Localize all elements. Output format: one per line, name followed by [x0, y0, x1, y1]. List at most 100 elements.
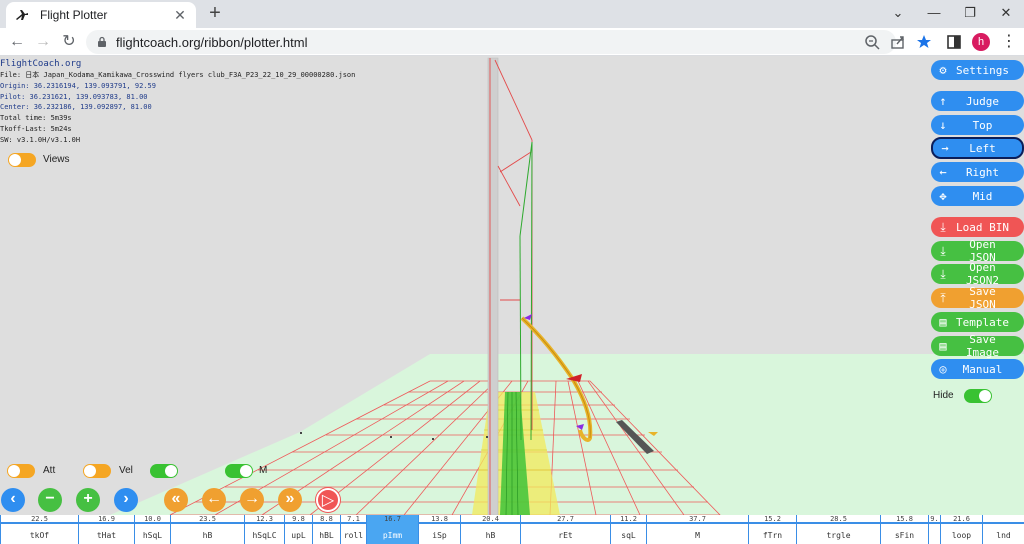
template-button[interactable]: ▤ Template: [931, 312, 1024, 332]
mid-view-button[interactable]: ✥ Mid: [931, 186, 1024, 206]
timeline-segment[interactable]: 22.5 tkOf: [0, 515, 78, 544]
maximize-button[interactable]: ❐: [952, 0, 988, 28]
segment-name: trgle: [826, 531, 851, 540]
address-bar[interactable]: flightcoach.org/ribbon/plotter.html: [86, 30, 896, 54]
settings-button[interactable]: ⚙ Settings: [931, 60, 1024, 80]
fastforward-button[interactable]: »: [278, 488, 302, 512]
segment-duration: 27.7: [557, 515, 574, 523]
timeline-segment[interactable]: 21.6 loop: [940, 515, 982, 544]
share-icon[interactable]: [888, 32, 908, 52]
manual-button[interactable]: ◎ Manual: [931, 359, 1024, 379]
save-json-button[interactable]: ⤒ Save JSON: [931, 285, 1024, 311]
timeline-segment[interactable]: 16.9 tHat: [78, 515, 134, 544]
timeline-segment[interactable]: lnd: [982, 515, 1024, 544]
views-label: Views: [43, 154, 70, 165]
segment-duration: 37.7: [689, 515, 706, 523]
segment-name: hSqL: [142, 531, 163, 540]
segment-duration: 28.5: [830, 515, 847, 523]
timeline-segment[interactable]: 8.8 hBL: [312, 515, 340, 544]
toggle-3[interactable]: [150, 464, 178, 478]
plus-button[interactable]: +: [76, 488, 100, 512]
att-toggle[interactable]: [7, 464, 35, 478]
close-window-button[interactable]: ✕: [988, 0, 1024, 28]
back-button[interactable]: ←: [6, 31, 28, 53]
segment-name: fTrn: [762, 531, 783, 540]
origin-coords: Origin: 36.2316194, 139.093791, 92.59: [0, 81, 156, 90]
m-toggle[interactable]: [225, 464, 253, 478]
timeline-segment[interactable]: 37.7 M: [646, 515, 748, 544]
segment-duration: 20.4: [482, 515, 499, 523]
timeline-segment[interactable]: 11.2 sqL: [610, 515, 646, 544]
segment-duration: 7.1: [347, 515, 360, 523]
segment-duration: 15.8: [896, 515, 913, 523]
tab-close-icon[interactable]: ✕: [172, 7, 188, 24]
prev-button[interactable]: ‹: [1, 488, 25, 512]
open-json-button[interactable]: ⤓ Open JSON: [931, 238, 1024, 264]
timeline-segment[interactable]: 27.7 rEt: [520, 515, 610, 544]
maneuver-timeline: 22.5 tkOf 16.9 tHat 10.0 hSqL 23.5 hB 12.3 hSqLC 9…: [0, 515, 1024, 544]
timeline-segment[interactable]: 20.4 hB: [460, 515, 520, 544]
side-panel-icon[interactable]: [944, 32, 964, 52]
views-toggle[interactable]: [8, 153, 36, 167]
profile-avatar[interactable]: h: [972, 33, 990, 51]
timeline-segment[interactable]: 9.: [928, 515, 940, 544]
software-version: SW: v3.1.0H/v3.1.0H: [0, 135, 81, 144]
timeline-segment[interactable]: 15.2 fTrn: [748, 515, 796, 544]
new-tab-button[interactable]: +: [204, 3, 226, 25]
segment-name: hBL: [319, 531, 334, 540]
total-time: Total time: 5m39s: [0, 114, 72, 123]
segment-duration: 11.2: [620, 515, 637, 523]
segment-duration: 9.8: [292, 515, 305, 523]
timeline-segment[interactable]: 13.8 iSp: [418, 515, 460, 544]
load-bin-button[interactable]: ⤓ Load BIN: [931, 217, 1024, 237]
browser-tab[interactable]: Flight Plotter ✕: [6, 2, 196, 28]
segment-duration: 16.7: [384, 515, 401, 523]
timeline-segment[interactable]: 15.8 sFin: [880, 515, 928, 544]
segment-duration: 13.8: [431, 515, 448, 523]
gear-icon: ⚙: [939, 63, 947, 77]
right-view-button[interactable]: ← Right: [931, 162, 1024, 182]
segment-duration: 23.5: [199, 515, 216, 523]
segment-name: sqL: [621, 531, 636, 540]
file-name: File: 日本 Japan_Kodama_Kamikawa_Crosswind…: [0, 71, 356, 79]
hide-toggle[interactable]: [964, 389, 992, 403]
minus-button[interactable]: −: [38, 488, 62, 512]
judge-view-button[interactable]: ↑ Judge: [931, 91, 1024, 111]
play-button[interactable]: ▷: [316, 488, 340, 512]
open-json2-button[interactable]: ⤓ Open JSON2: [931, 261, 1024, 287]
forward-button[interactable]: →: [32, 31, 54, 53]
step-forward-button[interactable]: →: [240, 488, 264, 512]
top-view-button[interactable]: ↓ Top: [931, 115, 1024, 135]
bookmark-star-icon[interactable]: [914, 32, 934, 52]
next-button[interactable]: ›: [114, 488, 138, 512]
timeline-segment[interactable]: 10.0 hSqL: [134, 515, 170, 544]
download-icon: ⤓: [940, 243, 946, 258]
segment-name: rEt: [558, 531, 573, 540]
zoom-icon[interactable]: [862, 32, 882, 52]
save-image-button[interactable]: ▤ Save Image: [931, 333, 1024, 359]
vel-toggle[interactable]: [83, 464, 111, 478]
download-icon: ⤓: [940, 266, 946, 281]
browser-tabbar: Flight Plotter ✕ + ⌄ — ❐ ✕: [0, 0, 1024, 28]
timeline-segment[interactable]: 7.1 roll: [340, 515, 366, 544]
menu-kebab-icon[interactable]: ⋮: [998, 31, 1020, 53]
step-back-button[interactable]: ←: [202, 488, 226, 512]
segment-name: hB: [202, 531, 213, 540]
timeline-segment[interactable]: 12.3 hSqLC: [244, 515, 284, 544]
timeline-segment[interactable]: 16.7 pImm: [366, 515, 418, 544]
left-view-button[interactable]: → Left: [931, 137, 1024, 159]
minimize-button[interactable]: —: [916, 0, 952, 28]
pilot-coords: Pilot: 36.231621, 139.093783, 81.00: [0, 92, 148, 101]
rewind-button[interactable]: «: [164, 488, 188, 512]
vertical-plane: [487, 57, 499, 516]
reload-button[interactable]: ↻: [58, 31, 80, 53]
segment-name: sFin: [894, 531, 915, 540]
flight-info: FlightCoach.org File: 日本 Japan_Kodama_Ka…: [0, 58, 355, 146]
timeline-segment[interactable]: 9.8 upL: [284, 515, 312, 544]
timeline-segment[interactable]: 28.5 trgle: [796, 515, 880, 544]
segment-duration: 16.9: [98, 515, 115, 523]
timeline-segment[interactable]: 23.5 hB: [170, 515, 244, 544]
segment-name: lnd: [996, 531, 1011, 540]
window-chevron-icon[interactable]: ⌄: [880, 0, 916, 28]
plot-viewport[interactable]: FlightCoach.org File: 日本 Japan_Kodama_Ka…: [0, 56, 1024, 544]
